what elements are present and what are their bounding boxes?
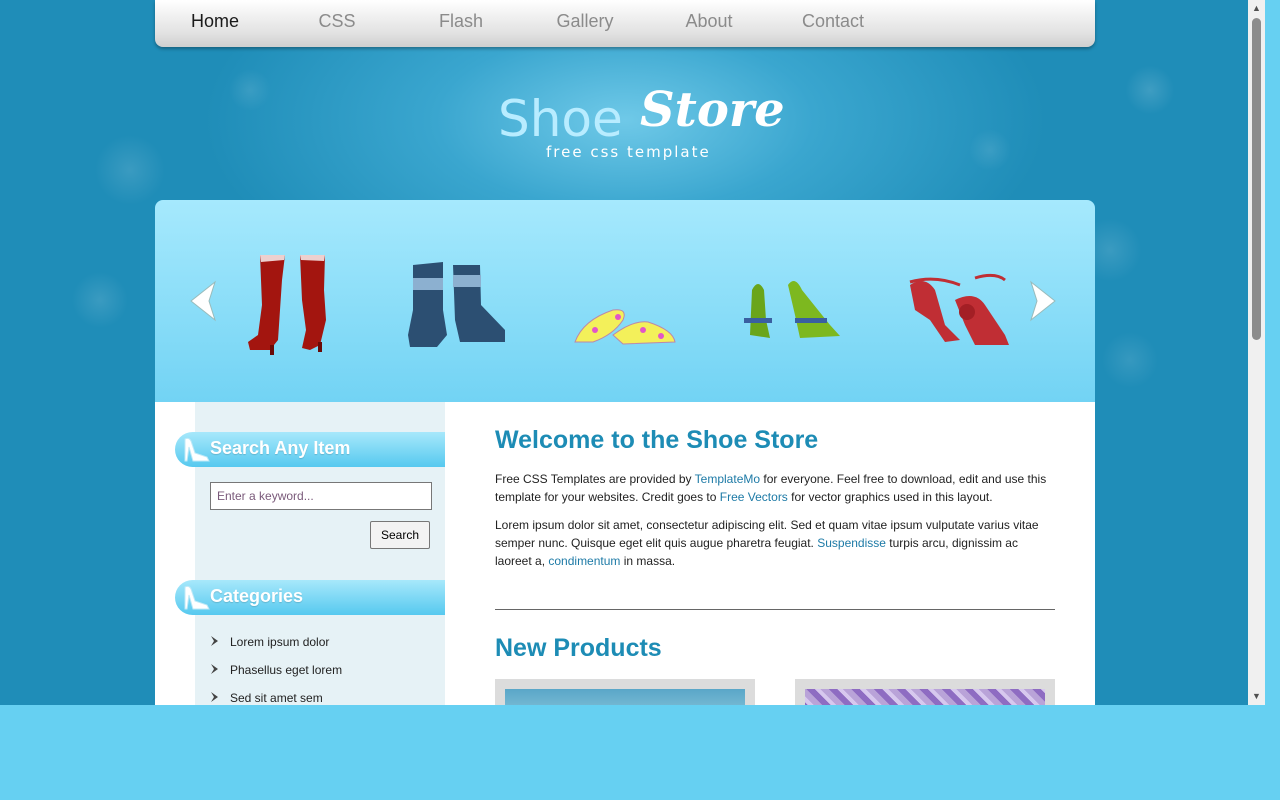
product-slider xyxy=(155,200,1095,402)
category-list: Lorem ipsum dolor Phasellus eget lorem S… xyxy=(210,634,342,705)
red-boots-icon[interactable] xyxy=(240,250,340,360)
logo-word-shoe: Shoe xyxy=(498,90,623,148)
categories-heading: Categories xyxy=(175,580,445,615)
suspendisse-link[interactable]: Suspendisse xyxy=(817,536,886,550)
heel-shoe-icon xyxy=(184,585,210,610)
nav-flash[interactable]: Flash xyxy=(399,0,523,47)
category-label: Lorem ipsum dolor xyxy=(230,635,330,649)
vertical-scrollbar[interactable]: ▲ ▼ xyxy=(1248,0,1265,705)
lorem-paragraph: Lorem ipsum dolor sit amet, consectetur … xyxy=(495,516,1055,570)
free-vectors-link[interactable]: Free Vectors xyxy=(720,490,788,504)
yellow-flats-icon[interactable] xyxy=(573,250,678,350)
nav-contact[interactable]: Contact xyxy=(771,0,895,47)
red-heels-icon[interactable] xyxy=(905,250,1015,355)
condimentum-link[interactable]: condimentum xyxy=(548,554,620,568)
nav-about[interactable]: About xyxy=(647,0,771,47)
welcome-title: Welcome to the Shoe Store xyxy=(495,426,819,454)
heel-shoe-icon xyxy=(184,437,210,462)
sidebar: Search Any Item Search Categories Lorem … xyxy=(175,402,445,705)
list-item[interactable]: Phasellus eget lorem xyxy=(210,662,342,690)
categories-heading-label: Categories xyxy=(210,586,304,606)
templatemo-link[interactable]: TemplateMo xyxy=(695,472,760,486)
slider-next-arrow-icon[interactable] xyxy=(1025,278,1065,324)
product-card[interactable] xyxy=(795,679,1055,705)
chevron-right-icon xyxy=(211,636,218,646)
chevron-right-icon xyxy=(211,664,218,674)
green-sandals-icon[interactable] xyxy=(740,250,845,350)
nav-gallery[interactable]: Gallery xyxy=(523,0,647,47)
text-span: in massa. xyxy=(620,554,676,568)
logo-word-store: Store xyxy=(640,82,785,138)
search-input[interactable] xyxy=(210,482,432,510)
main-column: Welcome to the Shoe Store Free CSS Templ… xyxy=(495,402,1055,705)
page-viewport: Home CSS Flash Gallery About Contact Sho… xyxy=(0,0,1248,705)
list-item[interactable]: Lorem ipsum dolor xyxy=(210,634,342,662)
content-panel: Search Any Item Search Categories Lorem … xyxy=(155,402,1095,705)
logo-tagline: free css template xyxy=(546,143,711,161)
nav-css[interactable]: CSS xyxy=(275,0,399,47)
main-nav: Home CSS Flash Gallery About Contact xyxy=(155,0,1095,47)
product-image[interactable] xyxy=(505,689,745,705)
slider-prev-arrow-icon[interactable] xyxy=(181,278,221,324)
category-label: Phasellus eget lorem xyxy=(230,663,343,677)
scroll-up-arrow-icon[interactable]: ▲ xyxy=(1248,0,1265,17)
text-span: for vector graphics used in this layout. xyxy=(787,490,993,504)
scroll-thumb[interactable] xyxy=(1252,18,1261,340)
site-logo[interactable]: Shoe Store free css template xyxy=(498,82,785,172)
text-span: Free CSS Templates are provided by xyxy=(495,472,695,486)
search-button[interactable]: Search xyxy=(370,521,430,549)
nav-home[interactable]: Home xyxy=(155,0,275,47)
new-products-title: New Products xyxy=(495,634,662,662)
product-card[interactable] xyxy=(495,679,755,705)
category-label: Sed sit amet sem xyxy=(230,691,323,705)
divider xyxy=(495,609,1055,610)
product-image[interactable] xyxy=(805,689,1045,705)
intro-paragraph: Free CSS Templates are provided by Templ… xyxy=(495,470,1055,506)
chevron-right-icon xyxy=(211,692,218,702)
list-item[interactable]: Sed sit amet sem xyxy=(210,690,342,705)
blue-boots-icon[interactable] xyxy=(405,250,515,350)
scroll-down-arrow-icon[interactable]: ▼ xyxy=(1248,688,1265,705)
search-heading: Search Any Item xyxy=(175,432,445,467)
search-heading-label: Search Any Item xyxy=(210,438,351,458)
